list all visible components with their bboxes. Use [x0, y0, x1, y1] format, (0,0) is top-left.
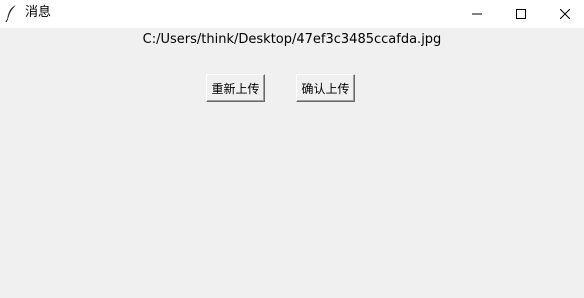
message-window: 消息 C:/Users/think/Desktop/47ef3c3485ccaf… [0, 0, 584, 298]
minimize-button[interactable] [454, 0, 500, 26]
reupload-button[interactable]: 重新上传 [206, 74, 265, 102]
maximize-button[interactable] [498, 0, 544, 26]
feather-icon [4, 4, 20, 23]
close-icon [559, 4, 571, 23]
file-path-label: C:/Users/think/Desktop/47ef3c3485ccafda.… [142, 32, 442, 47]
confirm-upload-button[interactable]: 确认上传 [296, 74, 355, 102]
maximize-icon [516, 4, 526, 23]
minimize-icon [472, 4, 482, 23]
title-bar[interactable]: 消息 [0, 0, 584, 28]
close-button[interactable] [542, 0, 584, 26]
window-title: 消息 [25, 5, 52, 20]
